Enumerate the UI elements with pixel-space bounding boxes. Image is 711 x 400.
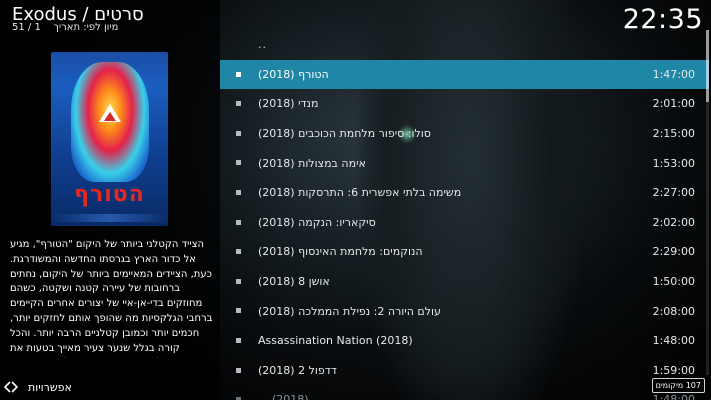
sort-label: מיון לפי: תאריך	[53, 22, 119, 33]
list-item-title: (2018) ...	[258, 393, 309, 400]
bullet-icon	[236, 160, 241, 166]
list-item-duration: 2:15:00	[652, 127, 695, 141]
options-arrows-icon	[4, 381, 18, 393]
list-item-title: Assassination Nation (2018)	[258, 334, 413, 348]
list-item[interactable]: דדפול 2 (2018) 1:59:00	[220, 356, 709, 386]
list-item-duration: 1:59:00	[652, 363, 695, 377]
list-item-duration: 1:48:00	[652, 393, 695, 400]
list-scrollbar[interactable]	[706, 30, 709, 375]
bullet-icon	[236, 101, 241, 107]
list-item[interactable]: (2018) ... 1:48:00	[220, 385, 709, 400]
list-item-title: הנוקמים: מלחמת האינסוף (2018)	[258, 245, 423, 259]
movie-list: .. הטורף (2018) 1:47:00 מנדי (2018) 2:01:00…	[220, 30, 709, 400]
list-item-title: עולם היורה 2: נפילת הממלכה (2018)	[258, 304, 441, 318]
list-item-duration: 2:08:00	[652, 304, 695, 318]
bullet-icon	[236, 278, 241, 284]
list-item-duration: 1:48:00	[652, 334, 695, 348]
options-button[interactable]: אפשרויות	[4, 378, 72, 396]
bullet-icon	[236, 337, 241, 343]
bullet-icon	[236, 189, 241, 195]
scrollbar-thumb[interactable]	[706, 30, 709, 102]
bullet-icon	[236, 219, 241, 225]
list-item-duration: 1:50:00	[652, 275, 695, 289]
bullet-icon	[236, 130, 241, 136]
poster-triangle-inner	[104, 112, 116, 121]
list-item-title: סולו: סיפור מלחמת הכוכבים (2018)	[258, 127, 431, 141]
parent-folder-item[interactable]: ..	[220, 30, 709, 60]
list-item[interactable]: סולו: סיפור מלחמת הכוכבים (2018) 2:15:00	[220, 119, 709, 149]
bullet-icon	[236, 71, 241, 77]
info-panel: Exodus / סרטים 51 / 1 מיון לפי: תאריך הט…	[0, 0, 220, 400]
list-item-title: דדפול 2 (2018)	[258, 363, 337, 377]
poster-title: הטורף	[74, 182, 145, 207]
list-item-title: אושן 8 (2018)	[258, 275, 330, 289]
list-item-duration: 1:53:00	[652, 156, 695, 170]
plot-summary: הצייד הקטלני ביותר של היקום "הטורף", מגי…	[10, 239, 213, 358]
list-item-title: מנדי (2018)	[258, 97, 319, 111]
list-item[interactable]: הנוקמים: מלחמת האינסוף (2018) 2:29:00	[220, 237, 709, 267]
list-item[interactable]: סיקאריו: הנקמה (2018) 2:02:00	[220, 208, 709, 238]
item-position: 51 / 1	[12, 22, 41, 33]
parent-folder-label: ..	[258, 38, 267, 52]
list-item-duration: 2:29:00	[652, 245, 695, 259]
bullet-icon	[236, 367, 241, 373]
list-item[interactable]: מנדי (2018) 2:01:00	[220, 89, 709, 119]
header-subtitle: 51 / 1 מיון לפי: תאריך	[12, 22, 118, 33]
list-item-title: משימה בלתי אפשרית 6: התרסקות (2018)	[258, 186, 462, 200]
poster-footer	[51, 214, 168, 222]
list-item[interactable]: אימה במצולות (2018) 1:53:00	[220, 148, 709, 178]
list-item[interactable]: משימה בלתי אפשרית 6: התרסקות (2018) 2:27:…	[220, 178, 709, 208]
bullet-icon	[236, 249, 241, 255]
list-item-duration: 2:02:00	[652, 215, 695, 229]
list-item-duration: 1:47:00	[652, 67, 695, 81]
list-item[interactable]: Assassination Nation (2018) 1:48:00	[220, 326, 709, 356]
list-item[interactable]: עולם היורה 2: נפילת הממלכה (2018) 2:08:00	[220, 296, 709, 326]
list-item-duration: 2:01:00	[652, 97, 695, 111]
list-item[interactable]: אושן 8 (2018) 1:50:00	[220, 267, 709, 297]
list-item-duration: 2:27:00	[652, 186, 695, 200]
movie-poster: הטורף	[51, 52, 168, 226]
list-item-title: הטורף (2018)	[258, 67, 329, 81]
list-item-title: אימה במצולות (2018)	[258, 156, 366, 170]
bullet-icon	[236, 308, 241, 314]
list-item[interactable]: הטורף (2018) 1:47:00	[220, 59, 709, 90]
list-item-title: סיקאריו: הנקמה (2018)	[258, 215, 376, 229]
options-label: אפשרויות	[28, 380, 72, 394]
poster-art	[71, 62, 149, 182]
item-count-badge: 107 מיקומים	[651, 378, 705, 393]
